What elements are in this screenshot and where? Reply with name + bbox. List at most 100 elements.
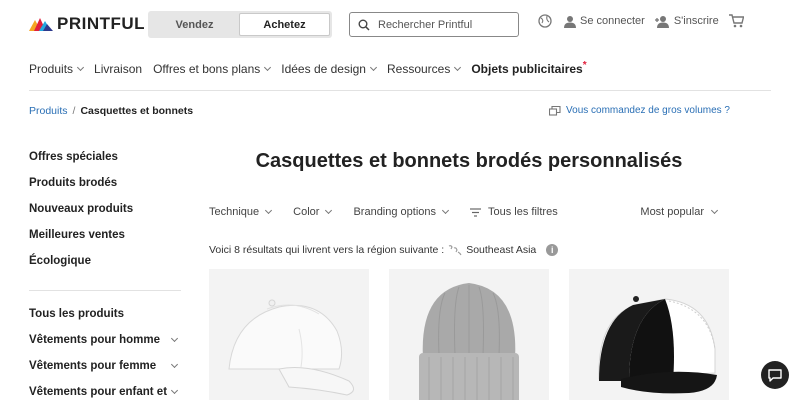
- login-link[interactable]: Se connecter: [564, 15, 645, 28]
- globe-icon: [538, 14, 552, 28]
- chevron-down-icon: [369, 63, 378, 71]
- add-user-icon: [654, 15, 669, 28]
- chat-button[interactable]: [761, 361, 789, 389]
- bulk-order-icon: [549, 105, 561, 116]
- region-map-icon: [448, 245, 462, 256]
- sidebar-item-label: Produits brodés: [29, 177, 118, 189]
- nav-objets-publicitaires[interactable]: Objets publicitaires *: [471, 59, 587, 77]
- sidebar-item-label: Vêtements pour femme: [29, 360, 157, 372]
- white-cap-image: [228, 299, 354, 396]
- chevron-down-icon: [441, 206, 450, 214]
- all-filters-label: Tous les filtres: [488, 206, 558, 218]
- site-header: PRINTFUL Vendez Achetez Se connecter: [0, 0, 800, 50]
- results-summary: Voici 8 résultats qui livrent vers la ré…: [209, 244, 559, 256]
- nav-livraison[interactable]: Livraison: [94, 62, 142, 76]
- filter-label: Branding options: [353, 206, 437, 218]
- toggle-buy[interactable]: Achetez: [239, 13, 330, 36]
- sidebar-divider: [29, 290, 181, 291]
- cart-icon: [728, 14, 744, 28]
- nav-divider: [29, 90, 771, 91]
- sell-buy-toggle: Vendez Achetez: [148, 11, 332, 38]
- filter-lines-icon: [470, 207, 482, 217]
- filter-label: Color: [293, 206, 320, 218]
- cart-button[interactable]: [728, 14, 744, 28]
- chevron-down-icon: [170, 386, 179, 395]
- signup-label: S'inscrire: [673, 15, 719, 27]
- chevron-down-icon: [264, 63, 272, 71]
- sidebar-item-vetements-enfant[interactable]: Vêtements pour enfant et: [29, 385, 181, 400]
- breadcrumb-current: Casquettes et bonnets: [80, 105, 194, 117]
- nav-ressources[interactable]: Ressources: [386, 62, 462, 76]
- nav-offres[interactable]: Offres et bons plans: [153, 62, 272, 76]
- sidebar-item-produits-brodes[interactable]: Produits brodés: [29, 176, 181, 202]
- sidebar-item-label: Vêtements pour enfant et: [29, 386, 168, 398]
- chevron-down-icon: [170, 334, 179, 343]
- nav-label: Livraison: [94, 62, 143, 76]
- nav-label: Idées de design: [281, 62, 366, 76]
- signup-link[interactable]: S'inscrire: [654, 15, 719, 28]
- search-box: [349, 12, 519, 37]
- all-filters-button[interactable]: Tous les filtres: [470, 206, 558, 218]
- sidebar-item-offres-speciales[interactable]: Offres spéciales: [29, 150, 181, 176]
- filter-technique[interactable]: Technique: [209, 206, 273, 218]
- sidebar-item-label: Vêtements pour homme: [29, 334, 160, 346]
- nav-produits[interactable]: Produits: [29, 62, 85, 76]
- sidebar-item-nouveaux-produits[interactable]: Nouveaux produits: [29, 202, 181, 228]
- chevron-down-icon: [76, 63, 85, 71]
- breadcrumb-produits[interactable]: Produits: [29, 105, 68, 117]
- bulk-order-label: Vous commandez de gros volumes ?: [566, 105, 730, 116]
- breadcrumb-separator: /: [72, 105, 76, 117]
- nav-label: Offres et bons plans: [153, 62, 261, 76]
- sort-label: Most popular: [640, 206, 704, 218]
- chevron-down-icon: [170, 360, 179, 369]
- product-card[interactable]: [209, 269, 369, 400]
- page-title: Casquettes et bonnets brodés personnalis…: [255, 150, 683, 172]
- chat-bubble-icon: [768, 368, 782, 382]
- sidebar-item-ecologique[interactable]: Écologique: [29, 254, 181, 280]
- main-nav: Produits Livraison Offres et bons plans …: [29, 59, 598, 77]
- region-name: Southeast Asia: [466, 244, 537, 256]
- logo-mountains-icon: [29, 18, 53, 31]
- category-sidebar: Offres spéciales Produits brodés Nouveau…: [29, 150, 181, 400]
- nav-label: Ressources: [386, 62, 451, 76]
- sort-dropdown[interactable]: Most popular: [640, 206, 719, 218]
- header-actions: Se connecter S'inscrire: [538, 14, 754, 28]
- toggle-sell[interactable]: Vendez: [150, 13, 239, 36]
- product-card[interactable]: [569, 269, 729, 400]
- grey-beanie-image: [419, 283, 519, 400]
- bulk-order-link[interactable]: Vous commandez de gros volumes ?: [549, 105, 730, 116]
- results-text: Voici 8 résultats qui livrent vers la ré…: [209, 244, 445, 256]
- sidebar-item-label: Nouveaux produits: [29, 203, 134, 215]
- user-icon: [564, 15, 576, 28]
- black-trucker-cap-image: [598, 296, 717, 394]
- sidebar-item-label: Écologique: [29, 255, 91, 267]
- filter-label: Technique: [209, 206, 260, 218]
- nav-idees-design[interactable]: Idées de design: [281, 62, 378, 76]
- sidebar-item-label: Offres spéciales: [29, 151, 118, 163]
- nav-label: Objets publicitaires: [471, 62, 583, 76]
- chevron-down-icon: [325, 206, 333, 214]
- breadcrumb: Produits / Casquettes et bonnets: [29, 105, 193, 117]
- nav-label: Produits: [29, 62, 74, 76]
- filter-color[interactable]: Color: [293, 206, 333, 218]
- sidebar-item-tous-produits[interactable]: Tous les produits: [29, 307, 181, 333]
- sidebar-item-label: Tous les produits: [29, 308, 124, 320]
- search-input[interactable]: [378, 18, 508, 31]
- chevron-down-icon: [265, 206, 273, 214]
- language-button[interactable]: [538, 14, 552, 28]
- chevron-down-icon: [454, 63, 462, 71]
- new-badge: *: [582, 59, 587, 71]
- logo-text: PRINTFUL: [57, 14, 146, 33]
- filter-branding-options[interactable]: Branding options: [353, 206, 450, 218]
- product-grid: [209, 269, 729, 400]
- login-label: Se connecter: [580, 15, 645, 27]
- info-icon[interactable]: i: [546, 244, 559, 256]
- sidebar-item-vetements-homme[interactable]: Vêtements pour homme: [29, 333, 181, 359]
- search-icon: [358, 19, 370, 31]
- sidebar-item-vetements-femme[interactable]: Vêtements pour femme: [29, 359, 181, 385]
- printful-logo[interactable]: PRINTFUL: [29, 14, 145, 34]
- chevron-down-icon: [710, 206, 719, 214]
- product-card[interactable]: [389, 269, 549, 400]
- sidebar-item-meilleures-ventes[interactable]: Meilleures ventes: [29, 228, 181, 254]
- sidebar-item-label: Meilleures ventes: [29, 229, 125, 241]
